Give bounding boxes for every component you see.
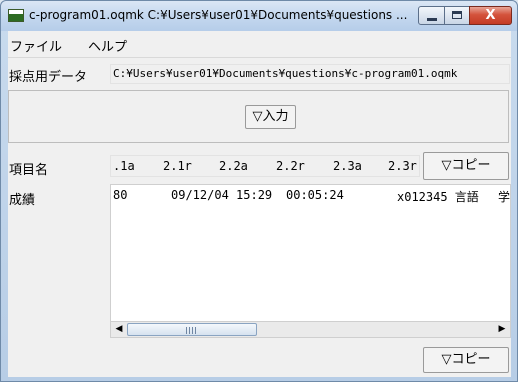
scroll-right-icon[interactable]: ▶: [494, 322, 510, 337]
grip-icon: [186, 327, 196, 334]
grades-text-area[interactable]: 80 09/12/04 15:29 00:05:24 x012345 言語 学: [110, 184, 511, 337]
menu-bar: ファイル ヘルプ: [8, 31, 511, 58]
horizontal-scrollbar[interactable]: ◀ ▶: [110, 321, 511, 338]
close-button[interactable]: X: [469, 6, 512, 25]
grade-duration: 00:05:24: [286, 188, 344, 202]
grade-extra: 学: [498, 190, 511, 204]
minimize-icon: [427, 18, 437, 21]
grade-datetime: 09/12/04 15:29: [171, 188, 273, 202]
input-button[interactable]: ▽入力: [245, 105, 296, 129]
scrollbar-thumb[interactable]: [127, 323, 257, 336]
menu-help[interactable]: ヘルプ: [88, 36, 127, 55]
minimize-button[interactable]: [418, 6, 445, 25]
header-cell: 2.2a: [219, 159, 248, 173]
scoring-data-label: 採点用データ: [9, 70, 88, 85]
scroll-left-icon[interactable]: ◀: [111, 322, 127, 337]
menu-file[interactable]: ファイル: [10, 36, 62, 55]
copy-headers-button[interactable]: ▽コピー: [423, 152, 509, 180]
header-cell: 2.3r: [388, 159, 417, 173]
app-window: c-program01.oqmk C:¥Users¥user01¥Documen…: [0, 0, 518, 382]
app-icon: [8, 9, 24, 22]
grades-label: 成績: [9, 193, 36, 208]
close-icon: X: [485, 8, 496, 23]
window-title: c-program01.oqmk C:¥Users¥user01¥Documen…: [29, 8, 408, 22]
scoring-data-path[interactable]: C:¥Users¥user01¥Documents¥questions¥c-pr…: [110, 64, 510, 84]
grade-score: 80: [113, 188, 128, 202]
header-cell: 2.3a: [333, 159, 362, 173]
header-cell: 2.2r: [276, 159, 305, 173]
grade-student: x012345 言語: [397, 190, 479, 204]
copy-grades-button[interactable]: ▽コピー: [423, 347, 509, 373]
item-header-strip: .1a 2.1r 2.2a 2.2r 2.3a 2.3r: [110, 155, 420, 177]
title-bar[interactable]: c-program01.oqmk C:¥Users¥user01¥Documen…: [1, 1, 517, 31]
maximize-icon: [452, 11, 462, 19]
client-area: ファイル ヘルプ 採点用データ C:¥Users¥user01¥Document…: [8, 31, 511, 377]
maximize-button[interactable]: [444, 6, 470, 25]
header-cell: 2.1r: [163, 159, 192, 173]
header-cell: .1a: [113, 159, 135, 173]
item-name-label: 項目名: [9, 163, 49, 178]
